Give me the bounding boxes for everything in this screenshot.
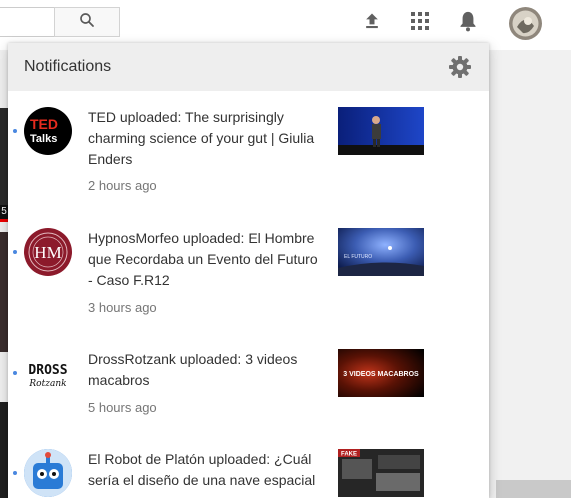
search-icon <box>78 11 96 34</box>
unread-indicator <box>13 371 17 375</box>
channel-avatar: HM <box>24 228 72 276</box>
panel-title: Notifications <box>24 58 112 75</box>
channel-avatar: TED Talks <box>24 107 72 155</box>
svg-text:HM: HM <box>34 243 61 262</box>
notification-text: El Robot de Platón uploaded: ¿Cuál sería… <box>88 451 316 488</box>
apps-grid-icon <box>411 11 429 35</box>
unread-indicator <box>13 250 17 254</box>
upload-button[interactable] <box>360 11 384 35</box>
search-button[interactable] <box>54 7 120 37</box>
notification-time: 3 hours ago <box>88 300 157 315</box>
svg-text:EL FUTURO: EL FUTURO <box>344 254 372 260</box>
svg-text:Rotzank: Rotzank <box>28 379 66 389</box>
video-thumbnail <box>338 107 424 155</box>
duration-badge: 5 <box>0 205 8 219</box>
user-avatar[interactable] <box>509 7 542 40</box>
notification-time: 2 hours ago <box>88 178 157 193</box>
svg-text:Talks: Talks <box>30 133 57 145</box>
video-thumbnail-edge[interactable] <box>0 232 8 352</box>
gear-icon[interactable] <box>448 55 472 79</box>
notification-text: DrossRotzank uploaded: 3 videos macabros <box>88 351 298 388</box>
svg-text:3 VIDEOS MACABROS: 3 VIDEOS MACABROS <box>343 371 419 378</box>
notification-text: HypnosMorfeo uploaded: El Hombre que Rec… <box>88 230 318 288</box>
video-thumbnail[interactable] <box>496 480 571 498</box>
svg-text:DROSS: DROSS <box>28 363 67 378</box>
notifications-panel: Notifications TED Talks TED uploaded: Th… <box>8 43 489 498</box>
notification-item[interactable]: HM HypnosMorfeo uploaded: El Hombre que … <box>8 209 489 330</box>
search-input[interactable] <box>0 7 54 37</box>
channel-avatar <box>24 449 72 497</box>
notifications-button[interactable] <box>456 11 480 35</box>
video-thumbnail: FAKE <box>338 449 424 497</box>
apps-button[interactable] <box>408 11 432 35</box>
notification-item[interactable]: DROSS Rotzank DrossRotzank uploaded: 3 v… <box>8 330 489 430</box>
svg-text:FAKE: FAKE <box>341 452 357 458</box>
bell-icon <box>458 10 478 37</box>
video-thumbnail: EL FUTURO <box>338 228 424 276</box>
progress-bar <box>0 219 8 222</box>
unread-indicator <box>13 471 17 475</box>
video-thumbnail: 3 VIDEOS MACABROS <box>338 349 424 397</box>
svg-text:TED: TED <box>30 116 58 132</box>
notification-text: TED uploaded: The surprisingly charming … <box>88 109 315 167</box>
notification-item[interactable]: TED Talks TED uploaded: The surprisingly… <box>8 91 489 209</box>
panel-header: Notifications <box>8 43 489 91</box>
video-thumbnail-edge[interactable] <box>0 402 8 498</box>
notification-item[interactable]: El Robot de Platón uploaded: ¿Cuál sería… <box>8 430 489 498</box>
notification-time: 5 hours ago <box>88 400 157 415</box>
unread-indicator <box>13 129 17 133</box>
channel-avatar: DROSS Rotzank <box>24 349 72 397</box>
video-thumbnail-edge[interactable] <box>0 108 8 205</box>
upload-icon <box>362 11 382 36</box>
